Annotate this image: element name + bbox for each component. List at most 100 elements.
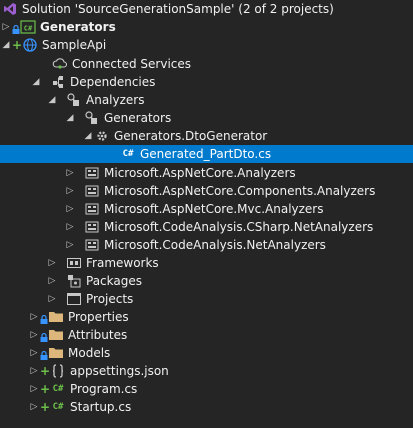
chevron-right-icon[interactable]: ▷	[64, 164, 76, 182]
tree-item-appsettings[interactable]: ▷ + appsettings.json	[0, 362, 413, 380]
tree-item-label: Startup.cs	[70, 400, 132, 414]
analyzers-icon	[84, 110, 100, 126]
added-icon: +	[40, 364, 51, 378]
tree-item-generators-analyzer[interactable]: ◢ Generators	[0, 109, 413, 127]
tree-item-startup[interactable]: ▷ + C# Startup.cs	[0, 398, 413, 416]
chevron-down-icon[interactable]: ◢	[64, 109, 76, 127]
tree-item-analyzer-mvc[interactable]: ▷ Microsoft.AspNetCore.Mvc.Analyzers	[0, 200, 413, 218]
folder-icon	[48, 327, 64, 343]
chevron-right-icon[interactable]: ▷	[46, 290, 58, 308]
csharp-project-icon: C#	[20, 19, 36, 35]
connected-services-icon	[52, 56, 68, 72]
csharp-text: C#	[122, 149, 134, 159]
csharp-text: C#	[52, 384, 64, 394]
chevron-right-icon[interactable]: ▷	[46, 272, 58, 290]
chevron-right-icon[interactable]: ▷	[28, 398, 40, 416]
chevron-down-icon[interactable]: ◢	[0, 36, 12, 54]
tree-item-label: Frameworks	[86, 256, 159, 270]
analyzer-assembly-icon	[84, 183, 100, 199]
tree-item-label: Analyzers	[86, 93, 145, 107]
tree-item-label: appsettings.json	[70, 364, 169, 378]
tree-item-analyzer-components[interactable]: ▷ Microsoft.AspNetCore.Components.Analyz…	[0, 182, 413, 200]
analyzer-assembly-icon	[84, 219, 100, 235]
chevron-right-icon[interactable]: ▷	[28, 326, 40, 344]
tree-item-label: Attributes	[68, 328, 128, 342]
analyzers-icon	[66, 92, 82, 108]
tree-item-label: Projects	[86, 292, 134, 306]
csharp-text: C#	[52, 402, 64, 412]
tree-item-dependencies[interactable]: ◢ Dependencies	[0, 73, 413, 91]
csharp-file-icon: C#	[50, 399, 66, 415]
lock-icon	[12, 23, 20, 34]
tree-item-generators-project[interactable]: ▷ C# Generators	[0, 18, 413, 36]
chevron-right-icon[interactable]: ▷	[28, 344, 40, 362]
chevron-right-icon[interactable]: ▷	[64, 200, 76, 218]
folder-icon	[48, 309, 64, 325]
chevron-right-icon[interactable]: ▷	[64, 182, 76, 200]
folder-icon	[48, 345, 64, 361]
dependencies-icon	[50, 74, 66, 90]
tree-item-label: Microsoft.CodeAnalysis.NetAnalyzers	[104, 238, 326, 252]
chevron-down-icon[interactable]: ◢	[46, 91, 58, 109]
chevron-down-icon[interactable]: ◢	[82, 127, 94, 145]
tree-item-label: Generated_PartDto.cs	[140, 147, 272, 161]
csharp-text: C#	[24, 25, 33, 33]
tree-item-label: Models	[68, 346, 111, 360]
gear-icon	[94, 128, 110, 144]
tree-item-connected-services[interactable]: Connected Services	[0, 55, 413, 73]
added-icon: +	[40, 400, 51, 414]
csharp-file-icon: C#	[50, 381, 66, 397]
tree-item-program[interactable]: ▷ + C# Program.cs	[0, 380, 413, 398]
tree-item-label: Microsoft.AspNetCore.Analyzers	[104, 166, 296, 180]
solution-explorer-tree: Solution 'SourceGenerationSample' (2 of …	[0, 0, 413, 428]
chevron-right-icon[interactable]: ▷	[64, 236, 76, 254]
tree-item-label: Microsoft.AspNetCore.Components.Analyzer…	[104, 184, 376, 198]
json-file-icon	[50, 363, 66, 379]
added-icon: +	[40, 382, 51, 396]
tree-item-label: Generators.DtoGenerator	[114, 129, 268, 143]
tree-item-dto-generator[interactable]: ◢ Generators.DtoGenerator	[0, 127, 413, 145]
chevron-down-icon[interactable]: ◢	[30, 73, 42, 91]
tree-item-label: Microsoft.CodeAnalysis.CSharp.NetAnalyze…	[104, 220, 374, 234]
web-project-icon	[22, 37, 38, 53]
frameworks-icon	[66, 255, 82, 271]
tree-item-label: Packages	[86, 274, 142, 288]
tree-item-solution[interactable]: Solution 'SourceGenerationSample' (2 of …	[0, 0, 413, 18]
chevron-right-icon[interactable]: ▷	[0, 18, 12, 36]
projects-icon	[66, 291, 82, 307]
tree-item-attributes[interactable]: ▷ Attributes	[0, 326, 413, 344]
lock-icon	[40, 331, 48, 342]
chevron-right-icon[interactable]: ▷	[28, 362, 40, 380]
analyzer-assembly-icon	[84, 201, 100, 217]
solution-icon	[2, 1, 18, 17]
packages-icon	[66, 273, 82, 289]
tree-item-properties[interactable]: ▷ Properties	[0, 308, 413, 326]
tree-item-packages[interactable]: ▷ Packages	[0, 272, 413, 290]
lock-icon	[40, 349, 48, 360]
tree-item-models[interactable]: ▷ Models	[0, 344, 413, 362]
lock-icon	[40, 313, 48, 324]
tree-item-frameworks[interactable]: ▷ Frameworks	[0, 254, 413, 272]
tree-item-label: Program.cs	[70, 382, 138, 396]
chevron-right-icon[interactable]: ▷	[28, 380, 40, 398]
tree-item-label: Connected Services	[72, 57, 192, 71]
tree-item-analyzer-csharp-net[interactable]: ▷ Microsoft.CodeAnalysis.CSharp.NetAnaly…	[0, 218, 413, 236]
tree-item-sampleapi-project[interactable]: ◢ + SampleApi	[0, 36, 413, 54]
tree-item-label: Generators	[104, 111, 172, 125]
tree-item-label: Microsoft.AspNetCore.Mvc.Analyzers	[104, 202, 324, 216]
tree-item-label: Generators	[40, 20, 116, 34]
tree-item-label: SampleApi	[42, 38, 107, 52]
chevron-right-icon[interactable]: ▷	[46, 254, 58, 272]
csharp-file-icon: C#	[120, 146, 136, 162]
tree-item-projects[interactable]: ▷ Projects	[0, 290, 413, 308]
tree-item-analyzer-net[interactable]: ▷ Microsoft.CodeAnalysis.NetAnalyzers	[0, 236, 413, 254]
tree-item-label: Solution 'SourceGenerationSample' (2 of …	[22, 2, 334, 16]
tree-item-analyzer-aspnetcore[interactable]: ▷ Microsoft.AspNetCore.Analyzers	[0, 164, 413, 182]
tree-item-label: Properties	[68, 310, 129, 324]
analyzer-assembly-icon	[84, 237, 100, 253]
chevron-right-icon[interactable]: ▷	[64, 218, 76, 236]
analyzer-assembly-icon	[84, 165, 100, 181]
tree-item-analyzers[interactable]: ◢ Analyzers	[0, 91, 413, 109]
tree-item-generated-partdto[interactable]: C# Generated_PartDto.cs	[0, 145, 413, 163]
chevron-right-icon[interactable]: ▷	[28, 308, 40, 326]
